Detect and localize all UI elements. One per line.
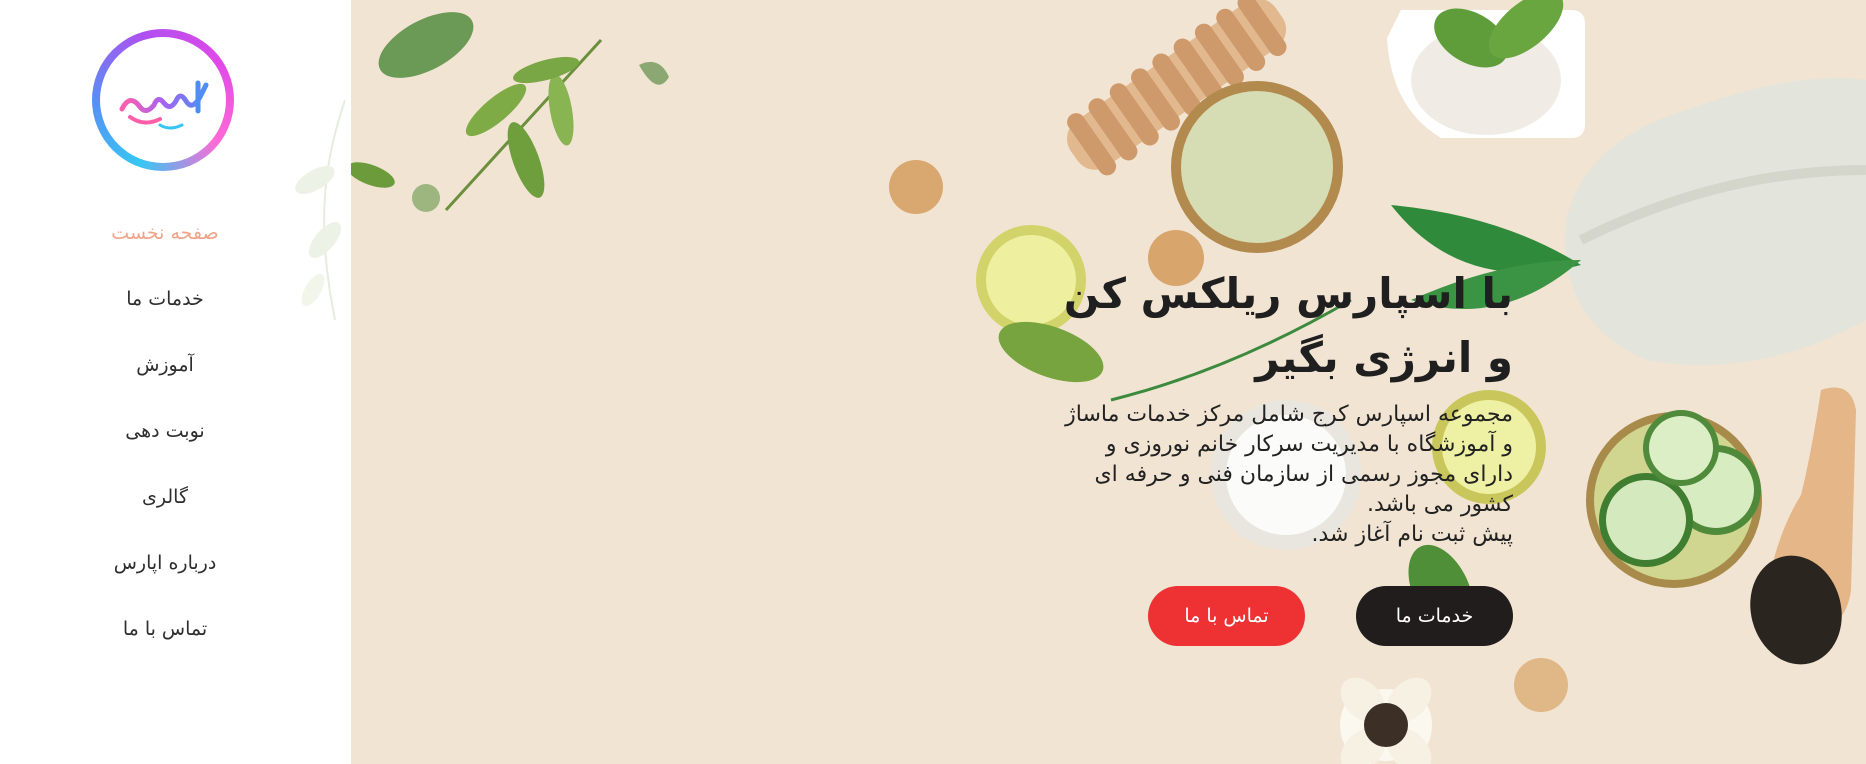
nav-item-label: تماس با ما <box>122 618 208 640</box>
hero-content: با اسپارس ریلکس کن و انرژی بگیر مجموعه ا… <box>691 262 1513 646</box>
main-nav: صفحه نخست خدمات ما آموزش نوبت دهی گالری … <box>0 200 330 662</box>
leaves-decoration <box>351 12 669 212</box>
hero-description: مجموعه اسپارس کرج شامل مرکز خدمات ماساژ … <box>1053 400 1513 550</box>
nav-item-contact[interactable]: تماس با ما <box>0 596 330 662</box>
nav-item-training[interactable]: آموزش <box>0 332 330 398</box>
hero-registration-note: پیش ثبت نام آغاز شد. <box>1311 522 1513 547</box>
nav-item-services[interactable]: خدمات ما <box>0 266 330 332</box>
hero-section: با اسپارس ریلکس کن و انرژی بگیر مجموعه ا… <box>351 0 1866 764</box>
nav-item-label: نوبت دهی <box>125 420 205 442</box>
nav-item-about[interactable]: درباره اپارس <box>0 530 330 596</box>
flower-decoration <box>1340 677 1432 764</box>
contact-button[interactable]: تماس با ما <box>1148 586 1305 646</box>
logo-mark <box>100 37 226 163</box>
nav-item-home[interactable]: صفحه نخست <box>0 200 330 266</box>
hero-description-text: مجموعه اسپارس کرج شامل مرکز خدمات ماساژ … <box>1065 402 1513 517</box>
leaf-sprig-decoration <box>295 100 346 320</box>
hero-title: با اسپارس ریلکس کن و انرژی بگیر <box>1063 269 1513 382</box>
nav-item-label: خدمات ما <box>126 288 204 310</box>
logo-wordmark-icon <box>119 80 209 130</box>
nav-item-gallery[interactable]: گالری <box>0 464 330 530</box>
nav-item-label: صفحه نخست <box>111 222 219 244</box>
brand-logo[interactable] <box>92 29 234 171</box>
services-button[interactable]: خدمات ما <box>1356 586 1513 646</box>
nav-item-booking[interactable]: نوبت دهی <box>0 398 330 464</box>
nav-item-label: گالری <box>142 486 188 508</box>
nav-item-label: آموزش <box>136 354 194 376</box>
nav-item-label: درباره اپارس <box>113 552 217 574</box>
